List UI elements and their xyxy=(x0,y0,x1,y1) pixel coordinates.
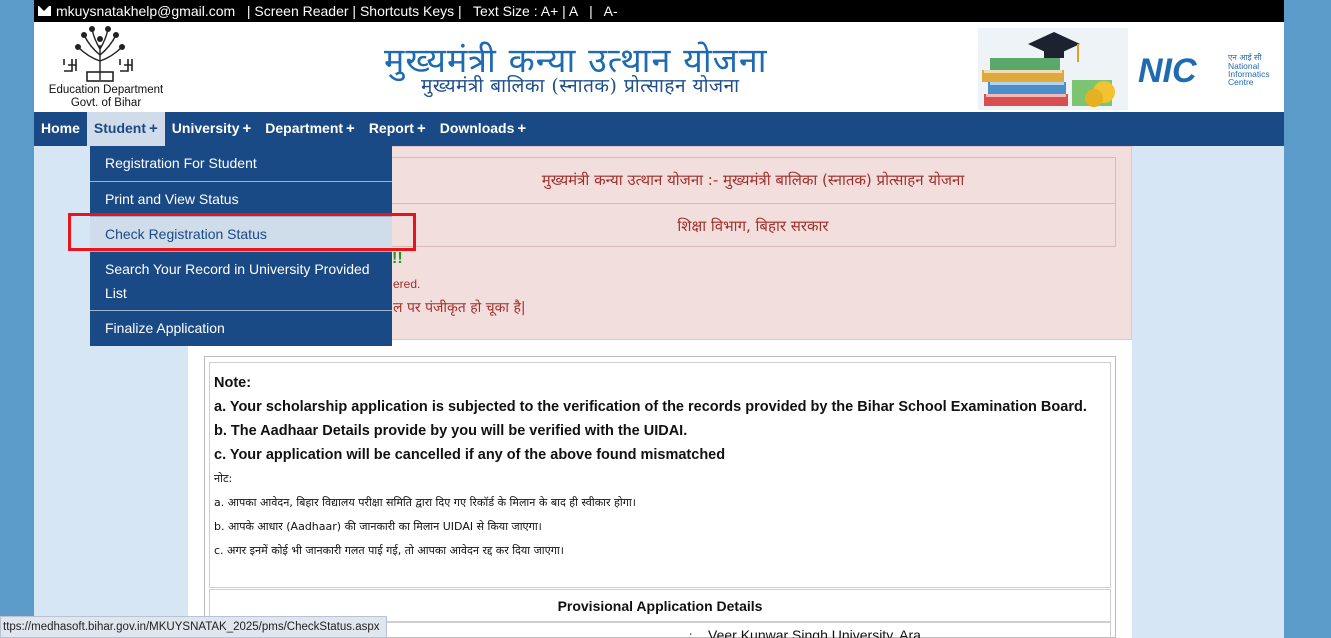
nav-department[interactable]: Department + xyxy=(258,112,362,146)
site-header: Education Department Govt. of Bihar मुख्… xyxy=(34,22,1284,112)
registered-message-hi: ल पर पंजीकृत हो चूका है| xyxy=(393,300,526,316)
nav-student-label: Student xyxy=(93,120,147,136)
menu-item-search-record[interactable]: Search Your Record in University Provide… xyxy=(90,252,392,310)
university-value: Veer Kunwar Singh University, Ara xyxy=(708,627,921,638)
note-hindi-b: b. आपके आधार (Aadhaar) की जानकारी का मिल… xyxy=(214,520,542,533)
note-section: Note: a. Your scholarship application is… xyxy=(209,362,1111,588)
scheme-banner-table: मुख्यमंत्री कन्या उत्थान योजना :- मुख्यम… xyxy=(390,157,1116,247)
mail-icon xyxy=(38,6,51,16)
note-hindi-c: c. अगर इनमें कोई भी जानकारी गलत पाई गई, … xyxy=(214,544,564,557)
scheme-subtitle: मुख्यमंत्री बालिका (स्नातक) प्रोत्साहन य… xyxy=(421,75,740,97)
success-heading: !! xyxy=(392,250,403,267)
registered-message-en: ered. xyxy=(393,277,421,291)
nav-department-label: Department xyxy=(265,120,344,136)
plus-icon: + xyxy=(416,120,426,137)
plus-icon: + xyxy=(149,120,158,137)
status-url-bar: ttps://medhasoft.bihar.gov.in/MKUYSNATAK… xyxy=(0,616,387,638)
highlight-box xyxy=(68,213,416,251)
plus-icon: + xyxy=(346,120,355,137)
banner-row-scheme: मुख्यमंत्री कन्या उत्थान योजना :- मुख्यम… xyxy=(541,171,965,189)
nav-university[interactable]: University + xyxy=(165,112,258,146)
note-heading: Note: xyxy=(214,375,252,391)
menu-item-print-view-status[interactable]: Print and View Status xyxy=(90,182,392,216)
dept-line-2: Govt. of Bihar xyxy=(70,97,142,109)
svg-text:NIC: NIC xyxy=(1138,52,1197,88)
menu-item-finalize-application[interactable]: Finalize Application xyxy=(90,311,392,346)
nic-logo-icon: NIC एन आई सी National Informatics Centre xyxy=(1138,52,1270,88)
nav-university-label: University xyxy=(171,120,240,136)
help-email[interactable]: mkuysnatakhelp@gmail.com xyxy=(56,3,235,19)
note-hindi-heading: नोट: xyxy=(214,472,233,485)
nav-student[interactable]: Student + xyxy=(86,112,165,146)
note-a: a. Your scholarship application is subje… xyxy=(214,399,1087,415)
plus-icon: + xyxy=(517,120,527,137)
note-b: b. The Aadhaar Details provide by you wi… xyxy=(214,423,688,439)
nav-downloads[interactable]: Downloads + xyxy=(433,112,533,146)
top-bar: mkuysnatakhelp@gmail.com | Screen Reader… xyxy=(34,0,1284,22)
row-colon: : xyxy=(689,629,693,638)
nav-downloads-label: Downloads xyxy=(439,120,515,136)
bihar-emblem-icon xyxy=(63,26,133,82)
banner-row-department: शिक्षा विभाग, बिहार सरकार xyxy=(391,203,1115,248)
nav-home-label: Home xyxy=(41,120,80,136)
accessibility-links[interactable]: | Screen Reader | Shortcuts Keys | Text … xyxy=(235,3,618,19)
nic-line-3: Centre xyxy=(1228,77,1254,87)
department-label: Education Department Govt. of Bihar xyxy=(36,84,176,110)
books-graduation-icon xyxy=(978,28,1128,110)
dept-line-1: Education Department xyxy=(48,84,164,96)
nav-report[interactable]: Report + xyxy=(362,112,433,146)
note-c: c. Your application will be cancelled if… xyxy=(214,447,726,463)
nav-home[interactable]: Home xyxy=(34,112,87,146)
plus-icon: + xyxy=(242,120,252,137)
nav-report-label: Report xyxy=(368,120,414,136)
note-hindi-a: a. आपका आवेदन, बिहार विद्यालय परीक्षा सम… xyxy=(214,496,636,509)
menu-item-registration[interactable]: Registration For Student xyxy=(90,146,392,181)
main-nav: Home Student + University + Department + Re… xyxy=(34,112,1284,146)
